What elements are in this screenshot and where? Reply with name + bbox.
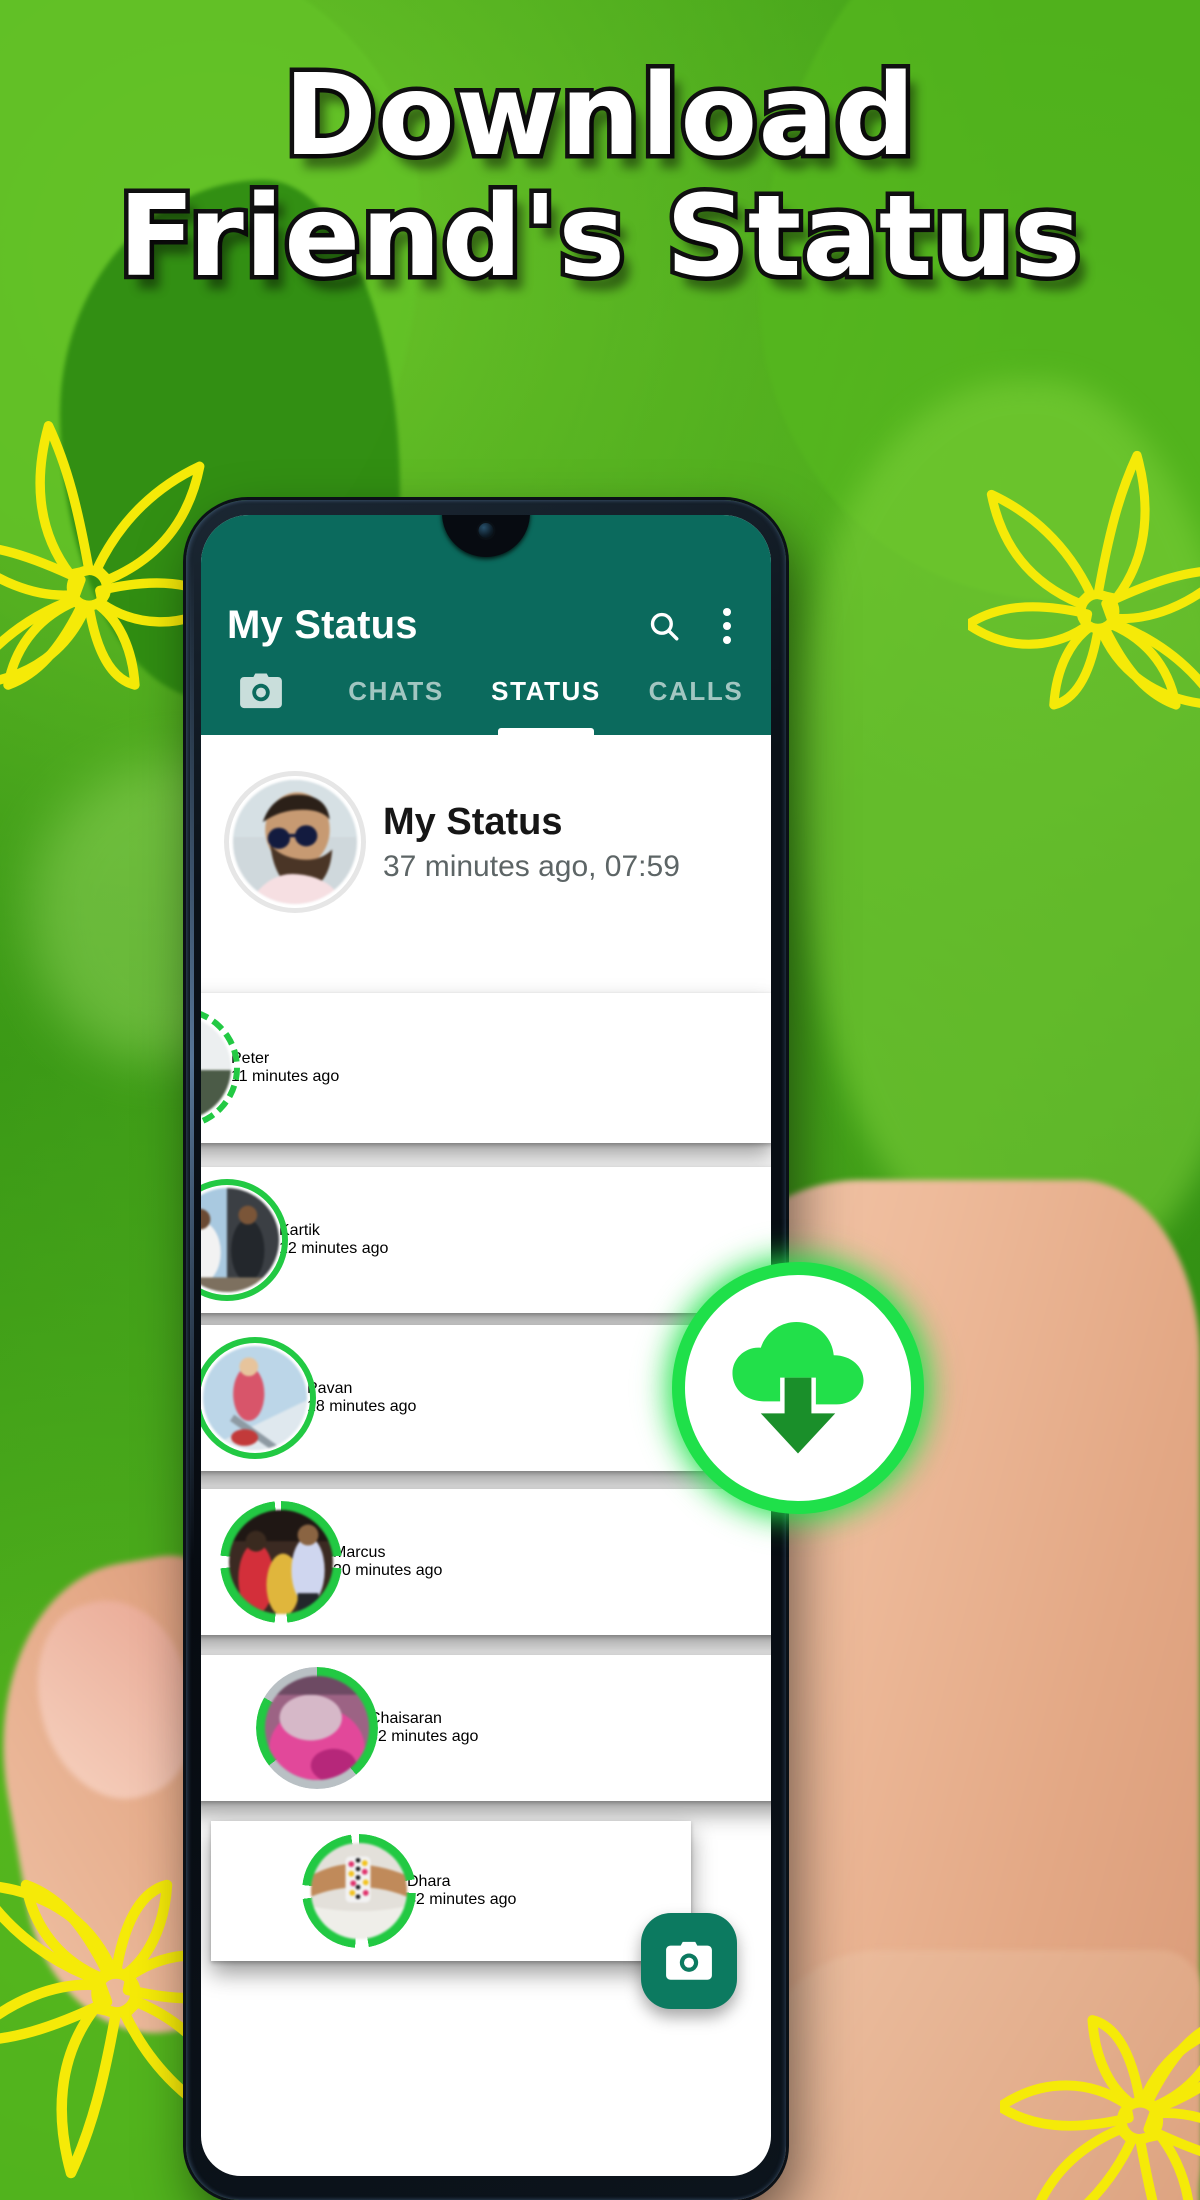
- app-title: My Status: [227, 603, 418, 647]
- avatar-image: [265, 1676, 369, 1780]
- list-item-dhara[interactable]: Dhara 42 minutes ago: [211, 1821, 691, 1961]
- list-item-peter[interactable]: Peter 11 minutes ago: [201, 993, 771, 1143]
- list-item-name: Peter: [231, 1050, 270, 1067]
- lotus-flower-icon: [1000, 2015, 1200, 2200]
- list-item-text: Marcus 30 minutes ago: [333, 1544, 442, 1580]
- avatar[interactable]: [302, 1834, 416, 1948]
- list-item-name: My Status: [383, 801, 563, 844]
- list-item-name: Chaisaran: [369, 1710, 442, 1727]
- list-item-time: 32 minutes ago: [369, 1728, 479, 1745]
- list-item-name: Marcus: [333, 1544, 386, 1561]
- tab-calls[interactable]: CALLS: [621, 657, 771, 735]
- tab-status[interactable]: STATUS: [471, 657, 621, 735]
- camera-icon: [666, 1941, 712, 1980]
- download-cloud-badge[interactable]: [646, 1236, 950, 1540]
- tab-bar: CHATS STATUS CALLS: [201, 657, 771, 735]
- tab-camera[interactable]: [201, 657, 321, 735]
- avatar-image: [203, 1346, 307, 1450]
- list-item-time: 30 minutes ago: [333, 1562, 443, 1579]
- app-header-actions: [647, 604, 745, 648]
- overflow-menu-icon[interactable]: [715, 604, 739, 648]
- list-item-time: 12 minutes ago: [279, 1240, 389, 1257]
- list-item-text: Peter 11 minutes ago: [231, 1050, 339, 1086]
- avatar-image: [233, 780, 357, 904]
- avatar[interactable]: [201, 1337, 316, 1459]
- list-item-name: Pavan: [307, 1380, 353, 1397]
- camera-icon: [240, 673, 282, 709]
- list-item-text: Kartik 12 minutes ago: [279, 1222, 388, 1258]
- tab-chats[interactable]: CHATS: [321, 657, 471, 735]
- avatar-image: [229, 1510, 333, 1614]
- avatar-image: [311, 1843, 407, 1939]
- avatar[interactable]: [256, 1667, 378, 1789]
- avatar-wrap: [224, 771, 366, 913]
- list-item-time: 11 minutes ago: [231, 1068, 340, 1085]
- list-item-text: Dhara 42 minutes ago: [407, 1873, 516, 1909]
- app-header-top: My Status: [201, 603, 771, 648]
- lotus-flower-icon: [968, 450, 1200, 710]
- avatar[interactable]: [224, 771, 366, 913]
- app-header: My Status CHATS STATUS CALLS: [201, 515, 771, 735]
- search-icon[interactable]: [647, 609, 681, 643]
- list-item-my-status[interactable]: My Status 37 minutes ago, 07:59: [201, 735, 771, 949]
- list-item-name: Kartik: [279, 1222, 320, 1239]
- avatar[interactable]: [201, 1179, 288, 1301]
- camera-fab[interactable]: [641, 1913, 737, 2009]
- list-item-time: 42 minutes ago: [407, 1891, 517, 1908]
- list-item-text: Pavan 18 minutes ago: [307, 1380, 416, 1416]
- avatar[interactable]: [201, 1007, 240, 1129]
- list-item-time: 18 minutes ago: [307, 1398, 417, 1415]
- list-item-text: My Status 37 minutes ago, 07:59: [383, 800, 680, 884]
- list-item-time: 37 minutes ago, 07:59: [383, 849, 680, 883]
- list-item-chaisaran[interactable]: Chaisaran 32 minutes ago: [201, 1655, 771, 1801]
- list-item-name: Dhara: [407, 1873, 451, 1890]
- list-item-text: Chaisaran 32 minutes ago: [369, 1710, 478, 1746]
- avatar[interactable]: [220, 1501, 342, 1623]
- cloud-download-icon: [732, 1321, 864, 1454]
